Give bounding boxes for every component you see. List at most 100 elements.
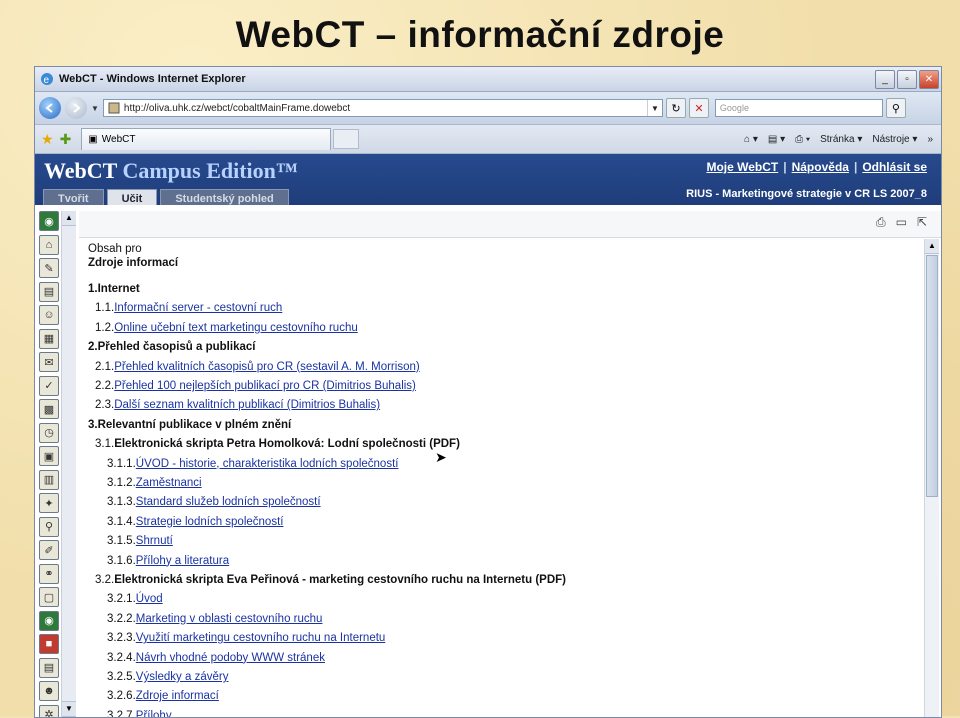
logout-link[interactable]: Odhlásit se: [862, 160, 927, 174]
right-scrollbar[interactable]: ▲: [924, 239, 939, 717]
toc-item[interactable]: 3.1.3.Standard služeb lodních společnost…: [107, 496, 321, 508]
tool-grid-icon[interactable]: ▩: [39, 399, 59, 419]
search-icon[interactable]: ⚲: [886, 98, 906, 118]
scroll-down-icon[interactable]: ▼: [62, 701, 76, 717]
toc-item[interactable]: 1.1.Informační server - cestovní ruch: [95, 302, 282, 314]
toc-item[interactable]: 3.1.5.Shrnutí: [107, 535, 173, 547]
toc-link[interactable]: Strategie lodních společností: [136, 516, 284, 528]
toc-link[interactable]: Návrh vhodné podoby WWW stránek: [136, 652, 325, 664]
toc-item: 3.1.Elektronická skripta Petra Homolková…: [95, 438, 460, 450]
toc-item[interactable]: 2.1.Přehled kvalitních časopisů pro CR (…: [95, 361, 420, 373]
toc-link[interactable]: Zdroje informací: [136, 690, 219, 702]
toc-item[interactable]: 1.2.Online učební text marketingu cestov…: [95, 322, 358, 334]
toc-link[interactable]: ÚVOD - historie, charakteristika lodních…: [136, 458, 399, 470]
scroll-up-icon[interactable]: ▲: [62, 211, 76, 226]
tool-chat-icon[interactable]: ✉: [39, 352, 59, 372]
scroll-thumb[interactable]: [926, 255, 938, 497]
tool-users-icon[interactable]: ☻: [39, 681, 59, 701]
toc-item[interactable]: 3.2.1.Úvod: [107, 593, 163, 605]
toc-item[interactable]: 3.2.6.Zdroje informací: [107, 690, 219, 702]
tool-calendar-icon[interactable]: ▦: [39, 329, 59, 349]
left-scrollbar[interactable]: ▲ ▼: [61, 211, 76, 717]
toc-number: 1.1.: [95, 302, 114, 314]
print-icon[interactable]: ⎙ ▾: [795, 134, 810, 145]
page-menu[interactable]: Stránka ▾: [820, 134, 862, 145]
webct-body: ◉ ⌂ ✎ ▤ ☺ ▦ ✉ ✓ ▩ ◷ ▣ ▥ ✦ ⚲ ✐ ⚭ ▢ ◉ ■ ▤ …: [35, 205, 941, 717]
feeds-icon[interactable]: ▤ ▾: [768, 134, 785, 145]
browser-tab[interactable]: ▣ WebCT: [81, 128, 331, 150]
forward-button[interactable]: [65, 97, 87, 119]
home-icon[interactable]: ⌂ ▾: [744, 134, 758, 145]
toc-link[interactable]: Online učební text marketingu cestovního…: [114, 322, 358, 334]
add-favorite-icon[interactable]: ✚: [60, 131, 72, 148]
toc-link[interactable]: Výsledky a závěry: [136, 671, 229, 683]
back-button[interactable]: [39, 97, 61, 119]
toc-link[interactable]: Standard služeb lodních společností: [136, 496, 321, 508]
new-tab-button[interactable]: [333, 129, 359, 149]
expand-icon[interactable]: ⇱: [917, 215, 927, 230]
tool-toggle-icon[interactable]: ◉: [39, 211, 59, 231]
tool-document-icon[interactable]: ▤: [39, 282, 59, 302]
toc-number: 3.1.4.: [107, 516, 136, 528]
search-input[interactable]: Google: [715, 99, 883, 117]
address-bar[interactable]: http://oliva.uhk.cz/webct/cobaltMainFram…: [103, 99, 663, 117]
tool-list-icon[interactable]: ▢: [39, 587, 59, 607]
history-dropdown-icon[interactable]: ▼: [91, 104, 99, 113]
tool-glossary-icon[interactable]: ✦: [39, 493, 59, 513]
stop-button[interactable]: ✕: [689, 98, 709, 118]
tool-edit-icon[interactable]: ✐: [39, 540, 59, 560]
toc-item[interactable]: 3.1.1.ÚVOD - historie, charakteristika l…: [107, 458, 398, 470]
content-area: Obsah pro Zdroje informací 1.Internet1.1…: [83, 239, 923, 717]
refresh-button[interactable]: ↻: [666, 98, 686, 118]
toc-item[interactable]: 3.1.2.Zaměstnanci: [107, 477, 202, 489]
tool-home-icon[interactable]: ⌂: [39, 235, 59, 255]
toc-link[interactable]: Přílohy a literatura: [136, 555, 229, 567]
toc-heading: Přehled časopisů a publikací: [98, 341, 256, 353]
toc-link[interactable]: Další seznam kvalitních publikací (Dimit…: [114, 399, 380, 411]
webct-header: WebCT Campus Edition™ Moje WebCT|Nápověd…: [35, 154, 941, 208]
tool-clock-icon[interactable]: ◷: [39, 423, 59, 443]
tool-search-icon[interactable]: ⚲: [39, 517, 59, 537]
toc-number: 3.1.5.: [107, 535, 136, 547]
help-link[interactable]: Nápověda: [792, 160, 849, 174]
toc-item[interactable]: 2.3.Další seznam kvalitních publikací (D…: [95, 399, 380, 411]
tool-pin-icon[interactable]: ✓: [39, 376, 59, 396]
toc-item[interactable]: 3.2.3.Využití marketingu cestovního ruch…: [107, 632, 385, 644]
favorites-star-icon[interactable]: ★: [41, 131, 54, 148]
tool-folder-icon[interactable]: ▥: [39, 470, 59, 490]
tool-image-icon[interactable]: ▣: [39, 446, 59, 466]
toc-link[interactable]: Přehled kvalitních časopisů pro CR (sest…: [114, 361, 420, 373]
toc-number: 3.2.6.: [107, 690, 136, 702]
tool-people-icon[interactable]: ☺: [39, 305, 59, 325]
address-dropdown-icon[interactable]: ▼: [647, 100, 662, 116]
toc-item[interactable]: 3.2.5.Výsledky a závěry: [107, 671, 228, 683]
toc-item[interactable]: 3.1.6.Přílohy a literatura: [107, 555, 229, 567]
toc-link[interactable]: Informační server - cestovní ruch: [114, 302, 282, 314]
toc-heading: Internet: [98, 283, 140, 295]
toc-item[interactable]: 3.2.4.Návrh vhodné podoby WWW stránek: [107, 652, 325, 664]
more-chevron-icon[interactable]: »: [927, 134, 933, 145]
toc-item[interactable]: 2.2.Přehled 100 nejlepších publikací pro…: [95, 380, 416, 392]
toc-item[interactable]: 3.1.4.Strategie lodních společností: [107, 516, 283, 528]
toc-item[interactable]: 3.2.2.Marketing v oblasti cestovního ruc…: [107, 613, 322, 625]
close-button[interactable]: ✕: [919, 70, 939, 89]
tool-link-icon[interactable]: ⚭: [39, 564, 59, 584]
tools-menu[interactable]: Nástroje ▾: [872, 134, 917, 145]
toc-link[interactable]: Využití marketingu cestovního ruchu na I…: [136, 632, 386, 644]
scroll-up-icon[interactable]: ▲: [925, 239, 939, 254]
toc-link[interactable]: Přehled 100 nejlepších publikací pro CR …: [114, 380, 416, 392]
toc-link[interactable]: Úvod: [136, 593, 163, 605]
my-webct-link[interactable]: Moje WebCT: [706, 160, 778, 174]
tool-files-icon[interactable]: ▤: [39, 658, 59, 678]
toc-link[interactable]: Zaměstnanci: [136, 477, 202, 489]
tool-pencil-icon[interactable]: ✎: [39, 258, 59, 278]
toc-link[interactable]: Shrnutí: [136, 535, 173, 547]
minimize-button[interactable]: _: [875, 70, 895, 89]
maximize-button[interactable]: ▫: [897, 70, 917, 89]
page-title: Zdroje informací: [88, 257, 923, 269]
tool-section-icon[interactable]: ◉: [39, 611, 59, 631]
tool-red-icon[interactable]: ■: [39, 634, 59, 654]
bookmark-icon[interactable]: ▭: [896, 215, 907, 230]
toc-link[interactable]: Marketing v oblasti cestovního ruchu: [136, 613, 323, 625]
print-page-icon[interactable]: ⎙: [876, 215, 886, 230]
